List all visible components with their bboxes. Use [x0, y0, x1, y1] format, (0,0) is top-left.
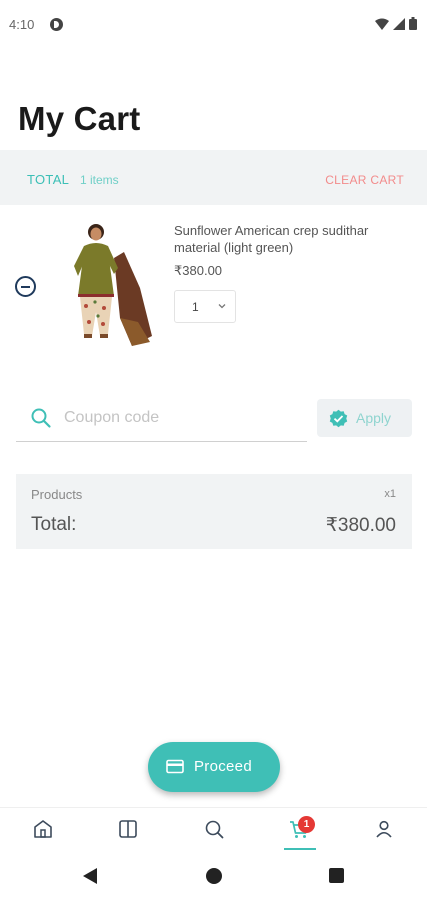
- signal-icon: [393, 17, 405, 30]
- cart-badge: 1: [298, 816, 315, 833]
- total-label-summary: Total:: [31, 514, 77, 535]
- bottom-nav: [0, 807, 427, 854]
- chevron-down-icon: [218, 304, 226, 309]
- page-title: My Cart: [18, 100, 141, 137]
- search-nav-icon[interactable]: [203, 818, 225, 840]
- products-label: Products: [31, 487, 83, 502]
- wifi-icon: [375, 18, 389, 30]
- product-name[interactable]: Sunflower American crep sudithar materia…: [174, 222, 414, 256]
- apply-coupon-button[interactable]: Apply: [317, 399, 412, 437]
- status-time: 4:10: [9, 17, 35, 32]
- home-icon[interactable]: [32, 818, 54, 840]
- quantity-value: 1: [192, 300, 199, 314]
- credit-card-icon: [166, 759, 184, 774]
- proceed-label: Proceed: [194, 758, 252, 775]
- remove-item-button[interactable]: [15, 276, 36, 297]
- verified-badge-icon: [329, 409, 348, 428]
- battery-icon: [409, 17, 417, 30]
- system-nav-bar: [0, 854, 427, 900]
- products-count: x1: [384, 488, 396, 500]
- clear-cart-button[interactable]: CLEAR CART: [325, 173, 404, 187]
- search-icon: [31, 408, 51, 428]
- coupon-input[interactable]: [64, 406, 294, 430]
- catalog-icon[interactable]: [117, 818, 139, 840]
- product-image[interactable]: [62, 218, 158, 352]
- account-icon[interactable]: [373, 818, 395, 840]
- status-icons: [375, 17, 417, 30]
- active-tab-indicator: [284, 848, 316, 850]
- proceed-button[interactable]: Proceed: [148, 742, 280, 792]
- coupon-field: [16, 398, 307, 442]
- cart-total-bar: TOTAL 1 items CLEAR CART: [0, 150, 427, 205]
- status-bar: 4:10: [0, 0, 427, 52]
- product-price: ₹380.00: [174, 263, 223, 278]
- apply-label: Apply: [356, 410, 392, 426]
- total-label: TOTAL: [27, 172, 70, 187]
- items-count: 1 items: [80, 173, 119, 187]
- recents-icon[interactable]: [329, 868, 344, 883]
- notification-icon: [50, 18, 63, 31]
- home-button-icon[interactable]: [206, 868, 222, 884]
- total-value: ₹380.00: [325, 515, 396, 536]
- order-summary: Products x1 Total: ₹380.00: [16, 474, 412, 549]
- back-icon[interactable]: [83, 868, 97, 884]
- quantity-select[interactable]: 1: [174, 290, 236, 323]
